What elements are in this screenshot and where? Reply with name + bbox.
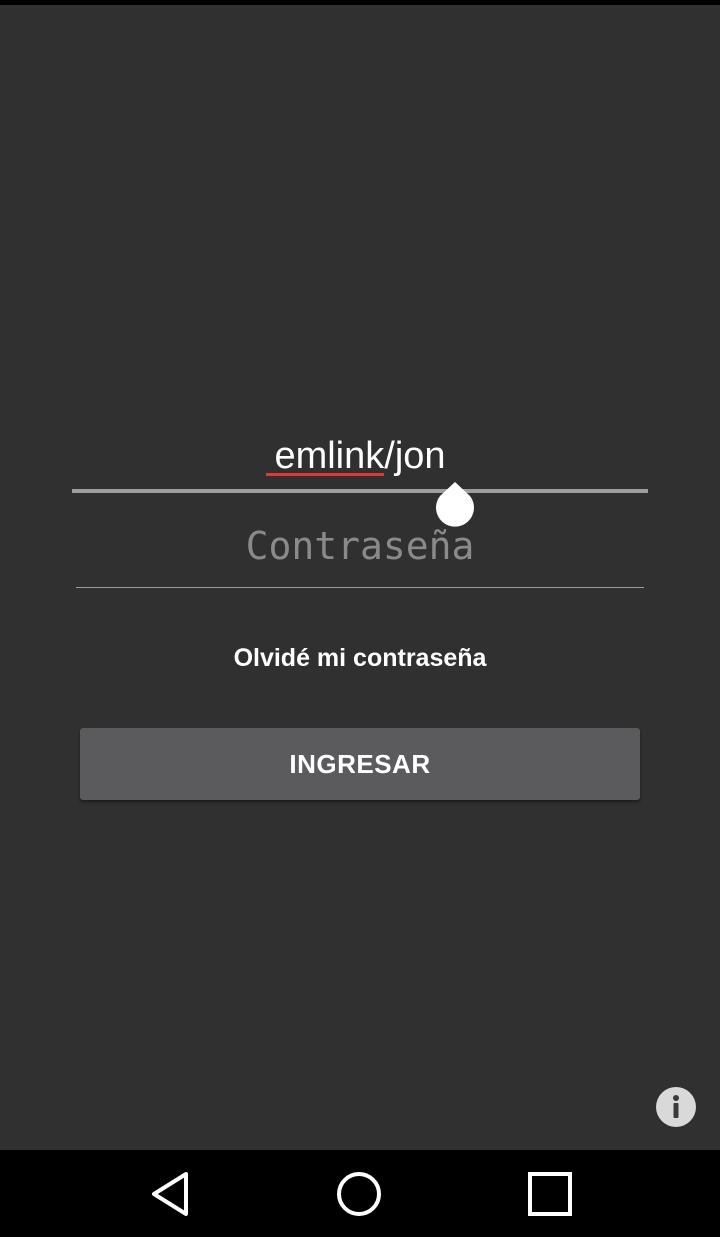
password-field[interactable]: Contraseña xyxy=(76,518,644,590)
forgot-password-link[interactable]: Olvidé mi contraseña xyxy=(0,640,720,676)
home-circle-icon[interactable] xyxy=(333,1168,385,1220)
recents-square-icon[interactable] xyxy=(524,1168,576,1220)
login-button[interactable]: INGRESAR xyxy=(80,728,640,800)
info-icon[interactable] xyxy=(656,1087,696,1127)
username-field-underline xyxy=(72,489,648,493)
password-field-underline xyxy=(76,587,644,588)
back-triangle-icon[interactable] xyxy=(144,1168,196,1220)
spellcheck-underline xyxy=(266,473,384,476)
username-field[interactable]: emlink/jon xyxy=(72,425,648,497)
password-placeholder[interactable]: Contraseña xyxy=(76,522,644,570)
navigation-bar xyxy=(0,1150,720,1237)
